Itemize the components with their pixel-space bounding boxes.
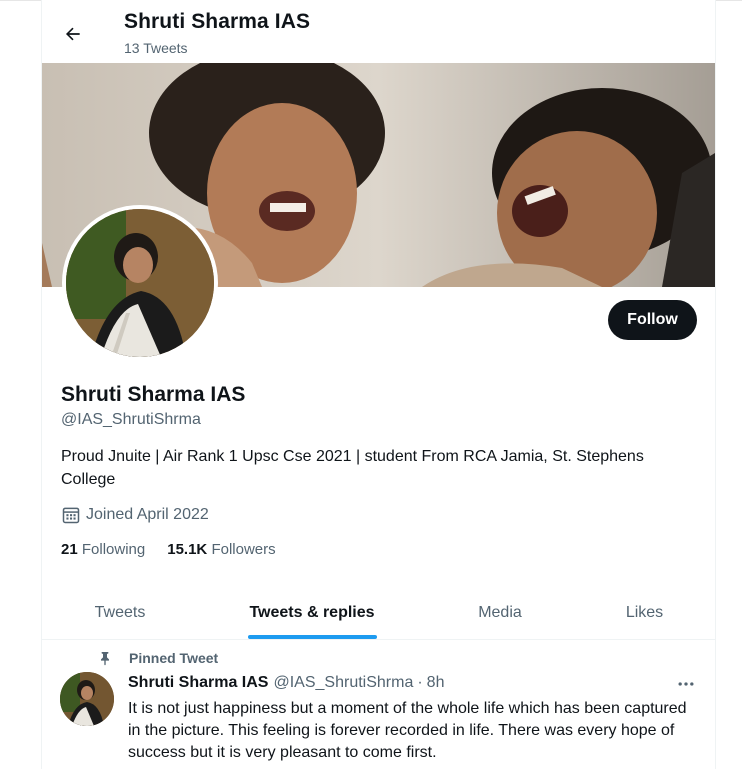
header-title: Shruti Sharma IAS [124, 10, 311, 33]
pin-icon [101, 652, 109, 666]
tweet-author-name[interactable]: Shruti Sharma IAS [128, 674, 268, 692]
tab-tweets-replies[interactable]: Tweets & replies [198, 587, 426, 639]
follow-stats: 21 Following 15.1K Followers [61, 541, 298, 558]
profile-column: Shruti Sharma IAS 13 Tweets Follow Shrut… [41, 0, 716, 769]
header-tweet-count: 13 Tweets [124, 40, 188, 56]
pinned-tweet[interactable]: Pinned Tweet Shruti Sharma IAS @IAS_Shru… [42, 640, 715, 769]
tab-label: Tweets [94, 604, 146, 621]
avatar-photo [66, 209, 214, 357]
more-horizontal-icon [678, 682, 694, 686]
tweet-separator: · [417, 674, 423, 691]
profile-bio: Proud Jnuite | Air Rank 1 Upsc Cse 2021 … [61, 448, 644, 488]
pinned-indicator: Pinned Tweet [97, 650, 218, 666]
pinned-label: Pinned Tweet [129, 650, 219, 666]
follow-button[interactable]: Follow [608, 300, 697, 340]
joined-label: Joined April 2022 [86, 506, 209, 523]
profile-header: Shruti Sharma IAS 13 Tweets [42, 0, 715, 62]
tab-label: Media [478, 604, 522, 621]
followers-label: Followers [211, 541, 276, 558]
tab-likes[interactable]: Likes [574, 587, 715, 639]
arrow-left-icon [65, 27, 80, 41]
tweet-text: It is not just happiness but a moment of… [128, 700, 687, 761]
tab-label: Tweets & replies [249, 604, 375, 621]
tweet-time[interactable]: 8h [427, 674, 445, 692]
tab-media[interactable]: Media [426, 587, 574, 639]
profile-tabs: Tweets Tweets & replies Media Likes [42, 587, 715, 640]
joined-date: Joined April 2022 [61, 505, 209, 525]
tweet-avatar[interactable] [60, 672, 114, 726]
profile-handle: @IAS_ShrutiShrma [61, 411, 201, 428]
active-tab-indicator [248, 635, 377, 639]
followers-link[interactable]: 15.1K Followers [167, 541, 275, 558]
tweet-author-handle[interactable]: @IAS_ShrutiShrma [273, 674, 413, 692]
following-link[interactable]: 21 Following [61, 541, 145, 558]
tweet-more-button[interactable] [670, 672, 702, 696]
profile-name: Shruti Sharma IAS [61, 383, 246, 406]
calendar-icon [62, 507, 80, 524]
profile-avatar[interactable] [62, 205, 218, 361]
back-button[interactable] [56, 17, 90, 51]
tab-label: Likes [625, 604, 664, 621]
followers-count: 15.1K [167, 541, 208, 558]
following-count: 21 [61, 541, 78, 558]
following-label: Following [81, 541, 146, 558]
tweet-header: Shruti Sharma IAS @IAS_ShrutiShrma · 8h [128, 674, 444, 692]
tab-tweets[interactable]: Tweets [42, 587, 198, 639]
